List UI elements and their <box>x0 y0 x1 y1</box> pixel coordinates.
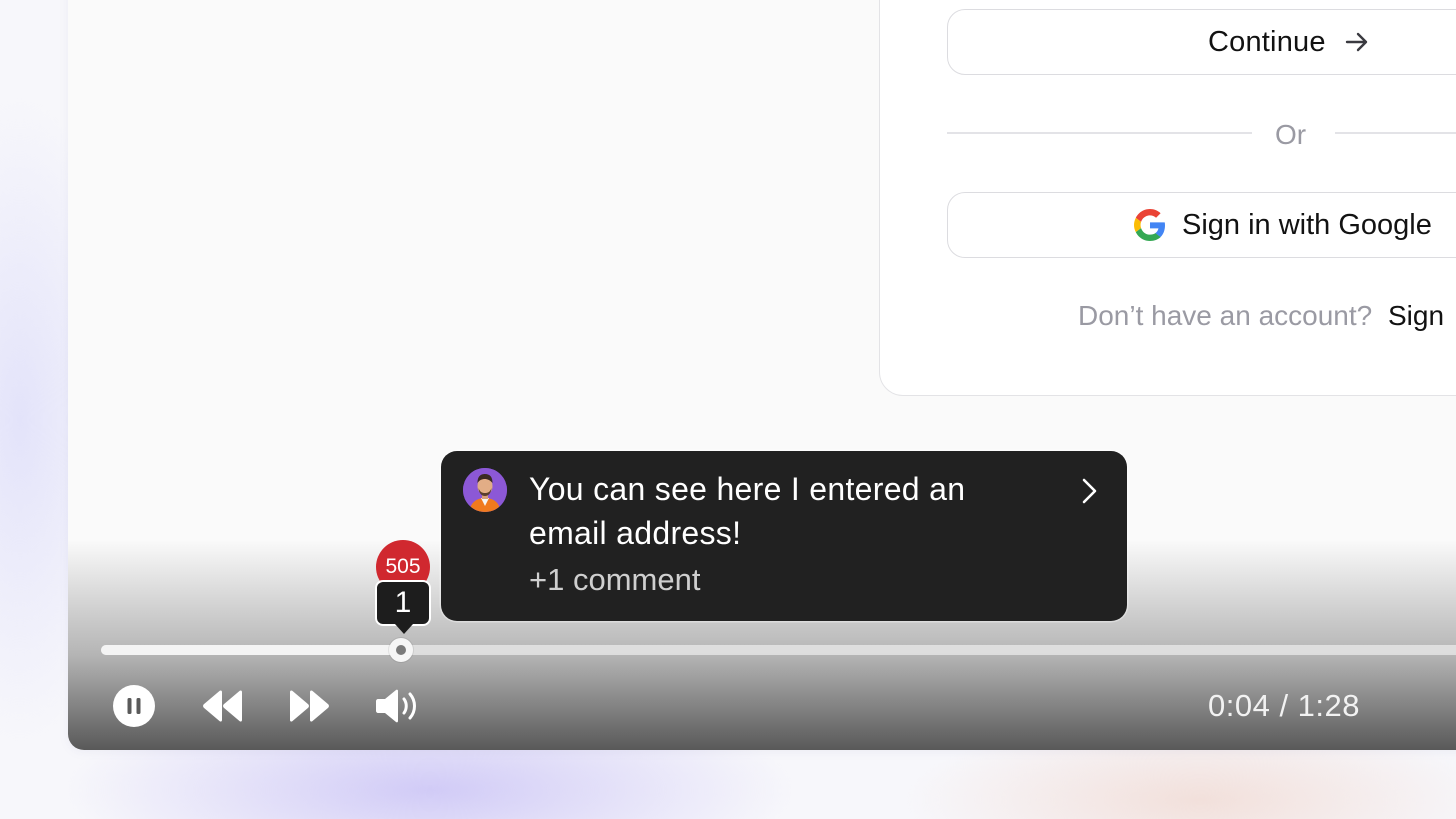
google-g-icon <box>1134 209 1165 241</box>
more-comments-link[interactable]: +1 comment <box>529 562 700 598</box>
fast-forward-button[interactable] <box>286 684 332 728</box>
continue-label: Continue <box>1208 25 1326 58</box>
login-card: Continue Or Sign in with Google Don’t ha… <box>879 0 1456 396</box>
pause-icon <box>113 685 155 727</box>
signup-question: Don’t have an account? <box>1078 300 1373 331</box>
divider-line-left <box>947 132 1252 134</box>
signup-prompt: Don’t have an account? Sign <box>1078 300 1444 332</box>
volume-icon <box>376 689 416 723</box>
signup-link[interactable]: Sign <box>1388 300 1444 331</box>
divider-label: Or <box>1275 119 1307 150</box>
volume-button[interactable] <box>374 684 422 728</box>
comment-marker[interactable]: 1 <box>375 580 431 634</box>
divider-line-right <box>1335 132 1456 134</box>
time-display: 0:04 / 1:28 <box>1208 688 1361 723</box>
pause-button[interactable] <box>112 684 156 728</box>
progress-knob[interactable] <box>389 638 414 662</box>
or-divider: Or <box>947 119 1456 150</box>
arrow-right-icon <box>1345 32 1367 52</box>
continue-button[interactable]: Continue <box>947 9 1456 75</box>
rewind-button[interactable] <box>200 684 246 728</box>
progress-track[interactable] <box>101 645 1456 655</box>
avatar <box>463 468 507 512</box>
fast-forward-icon <box>290 690 329 722</box>
rewind-icon <box>203 690 242 722</box>
progress-played <box>101 645 402 655</box>
sign-in-with-google-button[interactable]: Sign in with Google <box>947 192 1456 258</box>
comment-popover[interactable]: You can see here I entered an email addr… <box>441 451 1127 621</box>
comment-text: You can see here I entered an email addr… <box>529 471 966 551</box>
google-label: Sign in with Google <box>1182 208 1432 241</box>
chevron-right-icon[interactable] <box>1077 475 1101 507</box>
video-player: Continue Or Sign in with Google Don’t ha… <box>68 0 1456 750</box>
